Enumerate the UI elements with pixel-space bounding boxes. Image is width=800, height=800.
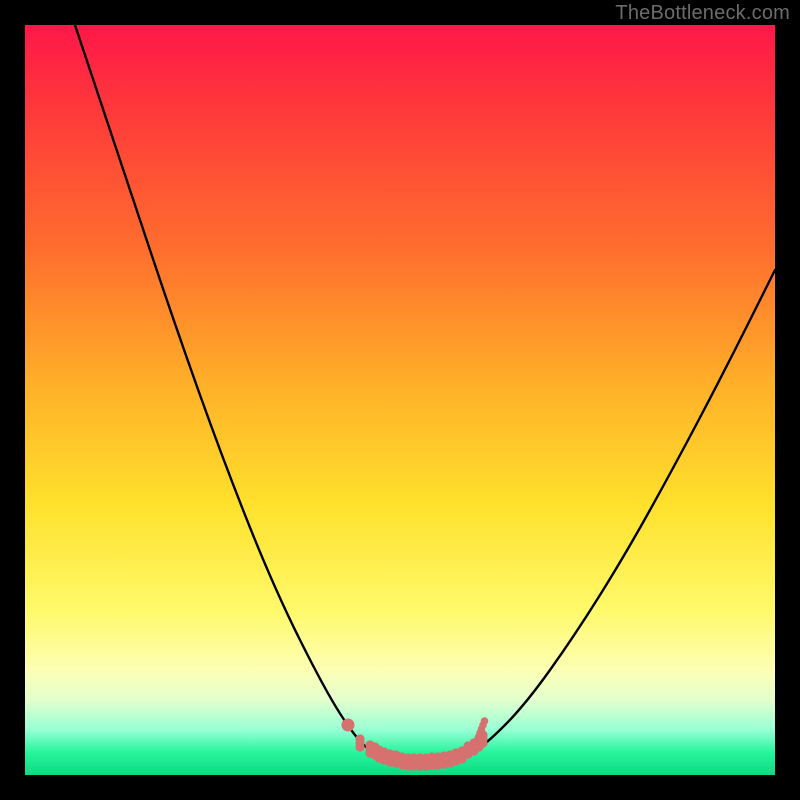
chart-frame: TheBottleneck.com <box>0 0 800 800</box>
marker-dot-icon <box>342 719 355 732</box>
highlighted-minimum-dots <box>25 25 775 775</box>
watermark-text: TheBottleneck.com <box>615 2 790 25</box>
marker-dot-icon <box>481 717 489 725</box>
marker-dot-icon <box>355 742 364 751</box>
plot-area <box>25 25 775 775</box>
